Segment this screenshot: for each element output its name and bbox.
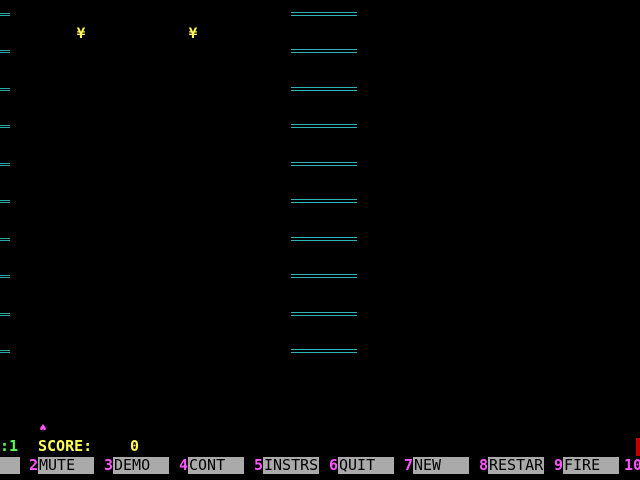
player-sprite: ♠ xyxy=(39,421,47,435)
ladder-rung xyxy=(291,237,357,241)
fkey-label: CONT xyxy=(188,457,244,474)
fkey-label xyxy=(0,457,20,474)
score-label: SCORE: xyxy=(38,437,93,455)
edge-tick xyxy=(0,350,10,353)
corner-marker xyxy=(636,438,640,456)
fkey-cont[interactable]: 4 CONT xyxy=(178,456,253,474)
fkey-label: MUTE xyxy=(38,457,94,474)
fkey-instrs[interactable]: 5 INSTRS xyxy=(253,456,328,474)
fkey-number: 6 xyxy=(328,456,338,474)
ladder-rung xyxy=(291,124,357,128)
fkey-number: 8 xyxy=(478,456,488,474)
enemy-sprite: ¥ xyxy=(76,26,86,42)
edge-tick xyxy=(0,200,10,203)
ladder-rung xyxy=(291,199,357,203)
fkey-fire[interactable]: 9 FIRE xyxy=(553,456,628,474)
ladder-rung xyxy=(291,49,357,53)
status-row: :1 SCORE: 0 xyxy=(0,438,640,454)
fkey-label: NEW xyxy=(413,457,469,474)
edge-tick xyxy=(0,275,10,278)
game-screen: ¥ ¥ ♠ :1 SCORE: 0 2 MUTE 3 DEMO 4 CONT 5… xyxy=(0,0,640,480)
enemy-sprite: ¥ xyxy=(188,26,198,42)
ladder-rung xyxy=(291,87,357,91)
fkey-label: FIRE xyxy=(563,457,619,474)
edge-tick xyxy=(0,238,10,241)
function-key-bar: 2 MUTE 3 DEMO 4 CONT 5 INSTRS 6 QUIT 7 N… xyxy=(0,456,640,476)
ladder-rung xyxy=(291,274,357,278)
ladder-rung xyxy=(291,12,357,16)
ladder-rung xyxy=(291,349,357,353)
ladder-rung xyxy=(291,162,357,166)
fkey-number: 3 xyxy=(103,456,113,474)
fkey-label: INSTRS xyxy=(263,457,319,474)
edge-tick xyxy=(0,163,10,166)
fkey-label: RESTAR xyxy=(488,457,544,474)
edge-tick xyxy=(0,88,10,91)
edge-tick xyxy=(0,313,10,316)
ladder-rung xyxy=(291,312,357,316)
fkey-number: 10 xyxy=(624,456,640,474)
fkey-1[interactable] xyxy=(0,456,28,474)
score-value: 0 xyxy=(130,437,140,455)
fkey-label: QUIT xyxy=(338,457,394,474)
fkey-number: 2 xyxy=(28,456,38,474)
fkey-restar[interactable]: 8 RESTAR xyxy=(478,456,553,474)
fkey-new[interactable]: 7 NEW xyxy=(403,456,478,474)
fkey-number: 7 xyxy=(403,456,413,474)
fkey-demo[interactable]: 3 DEMO xyxy=(103,456,178,474)
fkey-number: 4 xyxy=(178,456,188,474)
lives-counter: :1 xyxy=(0,437,19,455)
edge-tick xyxy=(0,13,10,16)
fkey-10[interactable]: 10 xyxy=(624,456,640,474)
edge-tick xyxy=(0,50,10,53)
fkey-quit[interactable]: 6 QUIT xyxy=(328,456,403,474)
fkey-number: 5 xyxy=(253,456,263,474)
edge-tick xyxy=(0,125,10,128)
fkey-number: 9 xyxy=(553,456,563,474)
playfield: ¥ ¥ ♠ xyxy=(0,0,640,434)
fkey-mute[interactable]: 2 MUTE xyxy=(28,456,103,474)
fkey-label: DEMO xyxy=(113,457,169,474)
